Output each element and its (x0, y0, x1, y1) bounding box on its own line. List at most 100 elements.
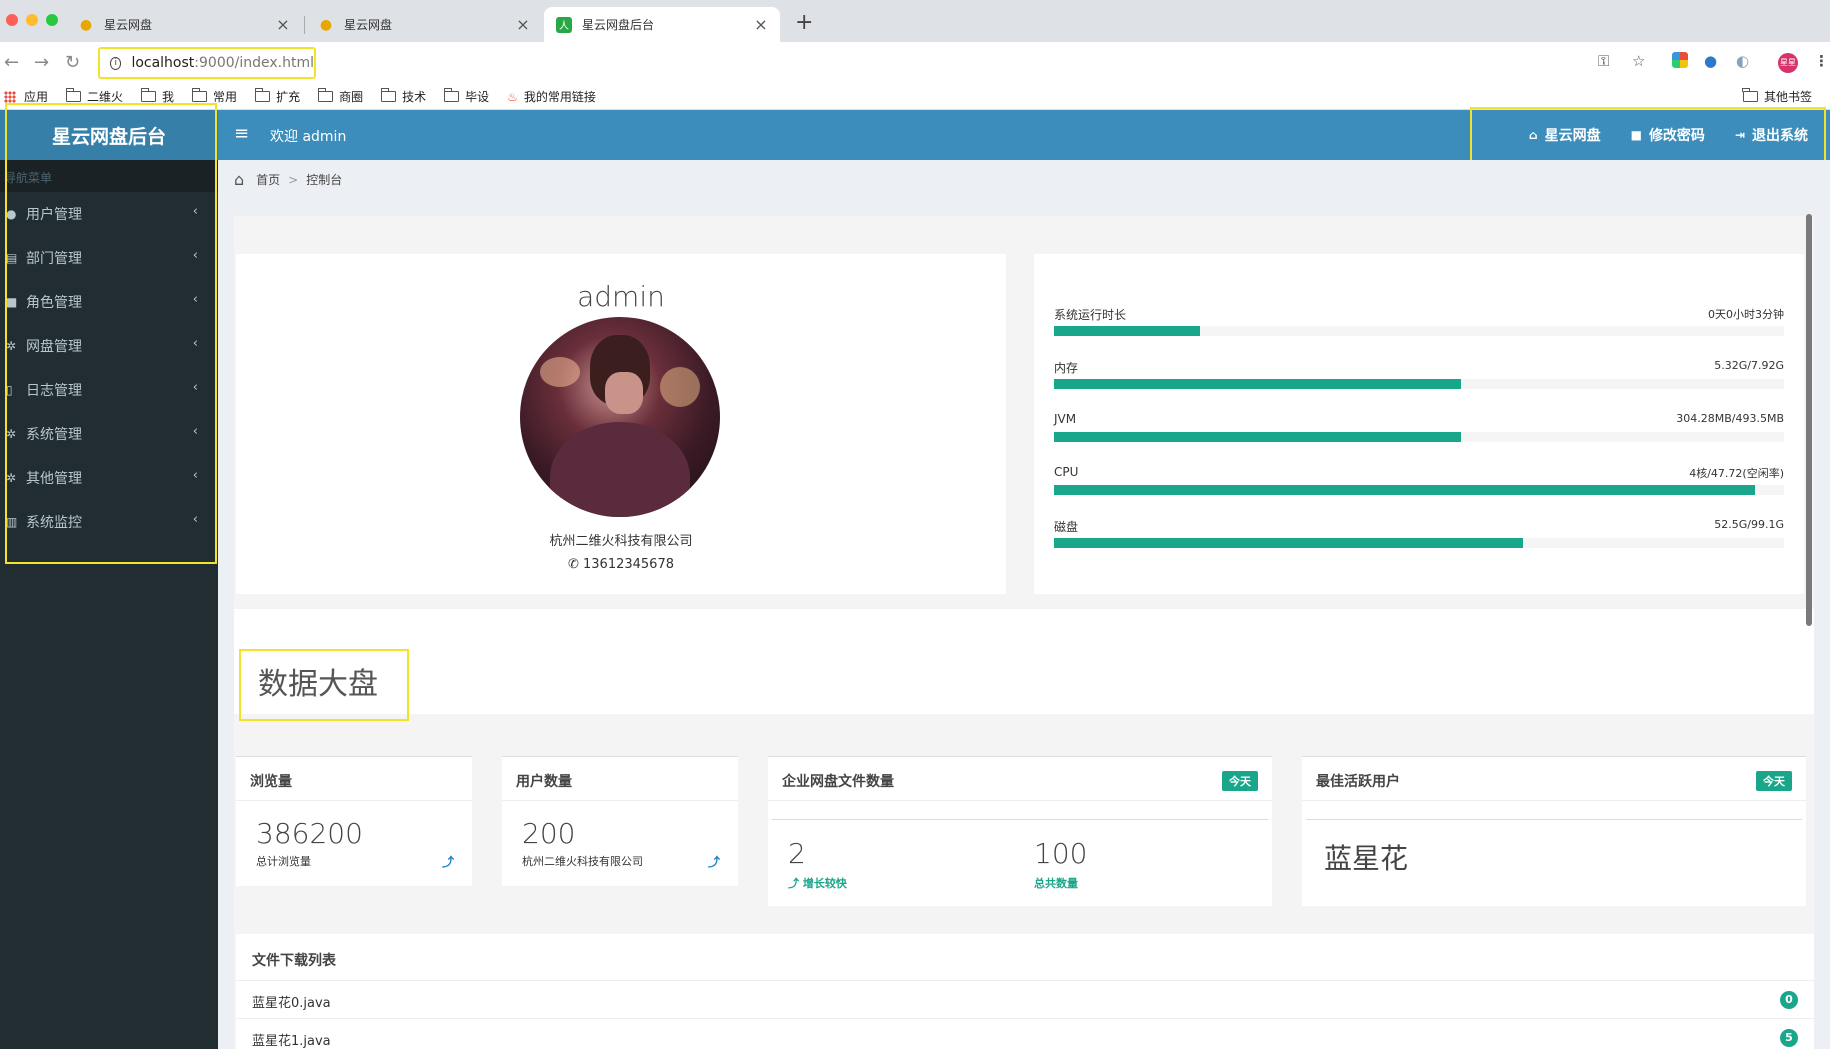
bookmark-label: 毕设 (465, 90, 490, 104)
minimize-window-button[interactable] (26, 14, 38, 26)
bookmark-folder[interactable]: 商圈 (317, 88, 364, 105)
close-tab-icon[interactable]: × (514, 15, 532, 34)
avatar-background-light (660, 367, 700, 407)
main-content: ⌂ 首页 > 控制台 admin 杭州二维火科技有限公司 ✆ 136123456… (218, 160, 1830, 1049)
new-tab-button[interactable]: + (795, 10, 813, 35)
breadcrumb-separator: > (288, 172, 299, 187)
list-item[interactable]: 蓝星花0.java 0 (236, 980, 1816, 1018)
stat-value: 5.32G/7.92G (1714, 359, 1784, 372)
topnav-links-highlight-box (1470, 107, 1826, 165)
files-growth-text: 增长较快 (802, 877, 847, 890)
profile-avatar[interactable]: 星星 (1778, 53, 1798, 73)
url-field[interactable]: i localhost:9000/index.html (98, 47, 316, 79)
maximize-window-button[interactable] (46, 14, 58, 26)
bookmark-label: 商圈 (339, 90, 364, 104)
stat-value: 304.28MB/493.5MB (1676, 412, 1784, 425)
back-icon[interactable]: ← (4, 52, 19, 73)
close-tab-icon[interactable]: × (274, 15, 292, 34)
stat-value: 4核/47.72(空闲率) (1689, 467, 1784, 480)
views-label: 总计浏览量 (256, 855, 311, 868)
compass-extension-icon[interactable]: ◐ (1736, 52, 1749, 70)
progress-fill (1054, 326, 1200, 336)
folder-icon (65, 88, 82, 102)
bookmark-label: 我的常用链接 (523, 90, 596, 104)
profile-name: admin (577, 280, 665, 313)
stat-label: 磁盘 (1054, 520, 1079, 534)
list-item[interactable]: 蓝星花1.java 5 (236, 1018, 1816, 1056)
files-divider (772, 819, 1268, 820)
progress-fill (1054, 379, 1461, 389)
download-count-badge: 5 (1780, 1029, 1798, 1047)
stat-value: 52.5G/99.1G (1714, 518, 1784, 531)
bookmark-folder[interactable]: 技术 (380, 88, 427, 105)
reload-icon[interactable]: ↻ (65, 52, 80, 73)
stat-cpu: CPU 4核/47.72(空闲率) (1054, 465, 1784, 495)
browser-tab-bar: ● 星云网盘 × ● 星云网盘 × 人 星云网盘后台 × + (0, 0, 1830, 42)
tab-title: 星云网盘后台 (582, 18, 655, 32)
users-label: 杭州二维火科技有限公司 (522, 855, 643, 868)
star-icon[interactable]: ☆ (1632, 52, 1645, 70)
address-bar-row: ← → ↻ i localhost:9000/index.html ⚿ ☆ ● … (0, 42, 1830, 84)
progress-track (1054, 379, 1784, 389)
home-icon[interactable]: ⌂ (234, 170, 244, 189)
box-title-text: 企业网盘文件数量 (782, 774, 894, 790)
files-growth-count: 2 (788, 837, 806, 870)
browser-menu-icon[interactable]: ⋮ (1814, 52, 1829, 70)
stat-uptime: 系统运行时长 0天0小时3分钟 (1054, 306, 1784, 336)
trend-up-icon: ⤴ (441, 855, 454, 869)
browser-tab[interactable]: ● 星云网盘 × (66, 7, 302, 42)
other-bookmarks[interactable]: 其他书签 (1742, 88, 1812, 105)
tab-divider (304, 16, 305, 34)
folder-icon (317, 88, 334, 102)
hamburger-menu-icon[interactable]: ≡ (234, 123, 249, 144)
avatar-face (605, 372, 643, 414)
key-icon[interactable]: ⚿ (1598, 52, 1609, 70)
progress-track (1054, 326, 1784, 336)
sidebar-highlight-box (5, 103, 217, 564)
welcome-text: 欢迎 admin (270, 129, 347, 145)
bookmark-label: 技术 (402, 90, 427, 104)
phone-icon: ✆ (567, 557, 584, 572)
extension-color-icon[interactable] (1672, 52, 1688, 68)
files-box: 企业网盘文件数量 今天 2 ⤴ 增长较快 100 总共数量 (768, 756, 1272, 906)
forward-icon[interactable]: → (34, 52, 49, 73)
close-window-button[interactable] (6, 14, 18, 26)
stat-label: 系统运行时长 (1054, 308, 1127, 322)
section-title-highlight-box (239, 649, 409, 721)
pear-favicon-icon: ● (79, 16, 93, 33)
files-total-count: 100 (1034, 837, 1088, 870)
flame-icon: ♨ (507, 89, 518, 104)
page-scrollbar[interactable] (1806, 214, 1812, 626)
browser-tab[interactable]: ● 星云网盘 × (306, 7, 542, 42)
breadcrumb-home[interactable]: 首页 (256, 171, 280, 188)
tab-title: 星云网盘 (104, 18, 153, 32)
folder-icon (140, 88, 157, 102)
files-growth-label: ⤴ 增长较快 (788, 877, 847, 890)
info-icon[interactable]: i (110, 56, 122, 70)
tab-title: 星云网盘 (344, 18, 393, 32)
views-box: 浏览量 386200 总计浏览量 ⤴ (236, 756, 472, 886)
globe-extension-icon[interactable]: ● (1704, 52, 1717, 70)
progress-fill (1054, 538, 1524, 548)
box-title-text: 最佳活跃用户 (1316, 774, 1400, 790)
progress-track (1054, 538, 1784, 548)
users-count: 200 (522, 817, 576, 850)
bookmark-label: 其他书签 (1763, 90, 1812, 104)
system-stats-card: 系统运行时长 0天0小时3分钟 内存 5.32G/7.92G JVM 304.2… (1034, 254, 1804, 594)
bookmark-link[interactable]: ♨ 我的常用链接 (507, 88, 596, 105)
close-tab-icon[interactable]: × (752, 15, 770, 34)
browser-tab-active[interactable]: 人 星云网盘后台 × (544, 7, 780, 42)
breadcrumb-current: 控制台 (306, 173, 343, 187)
folder-icon (191, 88, 208, 102)
stat-value: 0天0小时3分钟 (1708, 308, 1784, 321)
folder-icon (443, 88, 460, 102)
stat-label: CPU (1054, 465, 1079, 479)
bookmark-label: 扩充 (276, 90, 301, 104)
bookmark-folder[interactable]: 扩充 (254, 88, 301, 105)
download-list-card: 文件下载列表 蓝星花0.java 0 蓝星花1.java 5 (236, 934, 1816, 1049)
box-title: 企业网盘文件数量 今天 (768, 757, 1272, 801)
avatar (520, 317, 720, 517)
section-header-strip (234, 609, 1814, 714)
bookmark-folder[interactable]: 毕设 (443, 88, 490, 105)
folder-icon (380, 88, 397, 102)
